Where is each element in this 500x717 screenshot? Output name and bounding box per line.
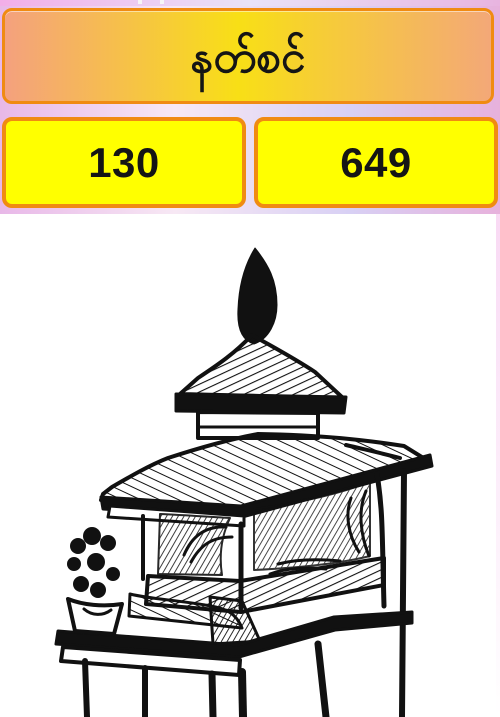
title-card: နတ်စင် bbox=[2, 8, 494, 104]
leg-center bbox=[208, 670, 217, 717]
left-interior bbox=[157, 513, 231, 576]
flower bbox=[73, 576, 89, 592]
spirit-shrine-illustration-icon bbox=[54, 247, 434, 717]
illustration-area bbox=[0, 214, 500, 717]
flower bbox=[87, 553, 105, 571]
flower bbox=[67, 557, 81, 571]
flower bbox=[90, 582, 106, 598]
flower bbox=[100, 535, 116, 551]
outer-right-post bbox=[399, 468, 407, 717]
right-number: 649 bbox=[340, 138, 412, 186]
left-number-card: 130 bbox=[2, 117, 246, 208]
right-edge-glow bbox=[496, 214, 500, 717]
left-number: 130 bbox=[88, 138, 160, 186]
top-strip bbox=[0, 0, 500, 6]
top-strip-gap bbox=[160, 0, 164, 4]
flower-pot bbox=[66, 597, 124, 636]
flower bbox=[106, 567, 120, 581]
shrine-drawing bbox=[54, 247, 434, 717]
right-number-card: 649 bbox=[254, 117, 498, 208]
flower bbox=[83, 527, 101, 545]
leg-front bbox=[238, 668, 247, 717]
finial bbox=[237, 247, 278, 345]
flower bbox=[70, 538, 86, 554]
leg-right bbox=[314, 640, 330, 717]
title-text: နတ်စင် bbox=[190, 32, 306, 83]
upper-roof bbox=[178, 333, 345, 400]
screen: နတ်စင် 130 649 bbox=[0, 0, 500, 717]
top-strip-gap bbox=[138, 0, 142, 4]
leg-left bbox=[82, 658, 90, 717]
top-panel: နတ်စင် 130 649 bbox=[0, 0, 500, 214]
